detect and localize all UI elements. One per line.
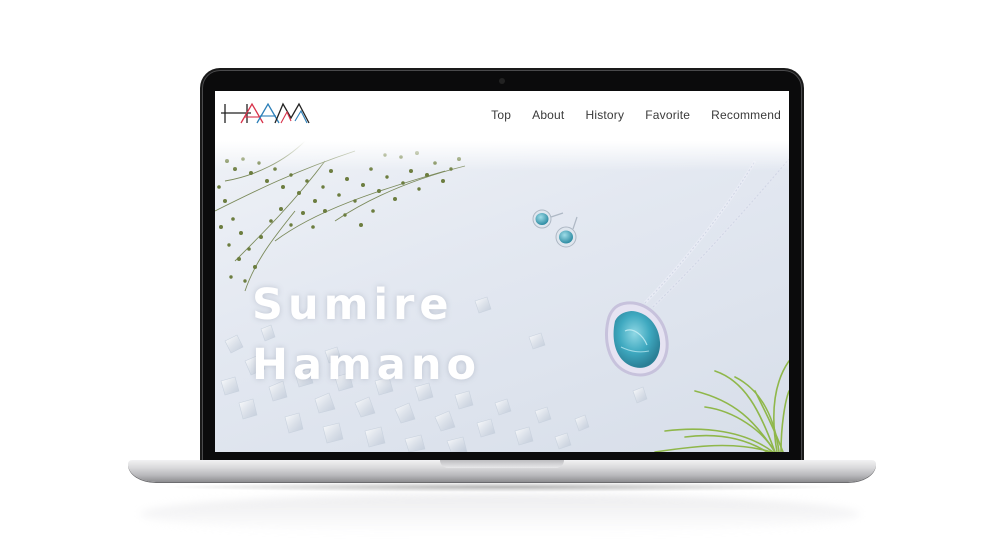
main-nav: Top About History Favorite Recommend: [470, 108, 781, 122]
laptop-opening-notch: [440, 460, 564, 468]
air-plant: [654, 360, 789, 452]
hero-section: Sumire Hamano: [215, 141, 789, 452]
nav-item-top[interactable]: Top: [491, 108, 511, 122]
hero-top-fade: [215, 141, 789, 171]
nav-item-recommend[interactable]: Recommend: [711, 108, 781, 122]
nav-item-history[interactable]: History: [585, 108, 624, 122]
laptop-base-shadow: [160, 482, 844, 492]
larimar-pendant-necklace: [605, 158, 789, 377]
laptop-lid: Top About History Favorite Recommend Sum…: [202, 70, 802, 464]
hero-title-last-name: Hamano: [252, 340, 481, 390]
laptop-mockup-scene: Top About History Favorite Recommend Sum…: [0, 0, 1000, 560]
hero-title: Sumire Hamano: [252, 275, 481, 395]
site-header: Top About History Favorite Recommend: [215, 91, 789, 141]
ham-logo-icon: [221, 102, 310, 124]
nav-item-about[interactable]: About: [532, 108, 564, 122]
webcam: [499, 78, 505, 84]
hero-title-first-name: Sumire: [252, 280, 454, 330]
laptop-base: [128, 460, 876, 482]
site-logo[interactable]: [221, 101, 313, 125]
laptop-reflection: [140, 494, 860, 534]
laptop-screen: Top About History Favorite Recommend Sum…: [215, 91, 789, 452]
nav-item-favorite[interactable]: Favorite: [645, 108, 690, 122]
larimar-earrings: [532, 209, 578, 248]
